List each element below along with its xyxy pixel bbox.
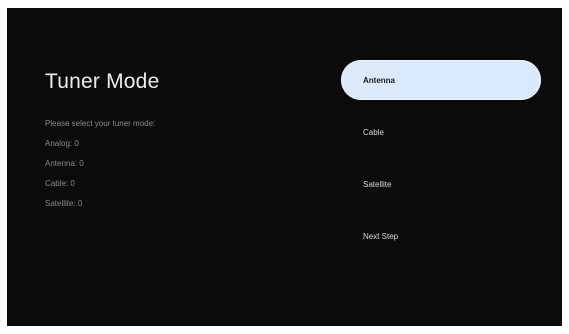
tv-screen: Tuner Mode Please select your tuner mode…	[7, 8, 562, 326]
tuner-info-panel: Please select your tuner mode: Analog: 0…	[45, 114, 155, 214]
analog-count: Analog: 0	[45, 139, 79, 148]
antenna-count: Antenna: 0	[45, 159, 84, 168]
tuner-mode-menu: Antenna Cable Satellite Next Step	[341, 60, 541, 268]
antenna-option[interactable]: Antenna	[341, 60, 541, 100]
prompt-text: Please select your tuner mode:	[45, 119, 156, 128]
satellite-option[interactable]: Satellite	[341, 164, 541, 204]
page-title: Tuner Mode	[45, 70, 160, 93]
satellite-count: Satellite: 0	[45, 199, 83, 208]
next-step-button[interactable]: Next Step	[341, 216, 541, 256]
cable-option[interactable]: Cable	[341, 112, 541, 152]
cable-count: Cable: 0	[45, 179, 75, 188]
